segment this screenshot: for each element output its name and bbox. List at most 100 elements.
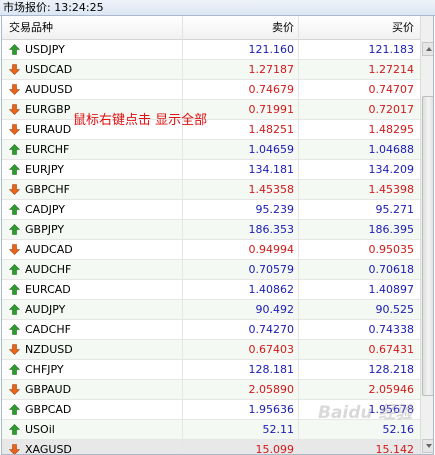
arrow-down-icon [8, 444, 21, 454]
quote-row-audcad[interactable]: AUDCAD 0.94994 0.95035 [2, 240, 420, 260]
symbol-label: EURGBP [25, 103, 71, 116]
ask-price: 95.271 [298, 200, 420, 219]
bid-price: 90.492 [182, 300, 298, 319]
bid-price: 121.160 [182, 40, 298, 59]
arrow-down-icon [8, 104, 21, 115]
quote-row-usdjpy[interactable]: USDJPY 121.160 121.183 [2, 40, 420, 60]
ask-price: 128.218 [298, 360, 420, 379]
ask-price: 0.67431 [298, 340, 420, 359]
scrollbar-thumb[interactable] [422, 96, 433, 396]
column-header-ask[interactable]: 买价 [298, 16, 420, 40]
arrow-up-icon [8, 284, 21, 295]
ask-price: 0.72017 [298, 100, 420, 119]
ask-price: 0.95035 [298, 240, 420, 259]
quote-row-audchf[interactable]: AUDCHF 0.70579 0.70618 [2, 260, 420, 280]
scroll-down-button[interactable] [422, 439, 433, 453]
bid-price: 1.04659 [182, 140, 298, 159]
arrow-up-icon [8, 364, 21, 375]
quote-row-cadchf[interactable]: CADCHF 0.74270 0.74338 [2, 320, 420, 340]
ask-price: 134.209 [298, 160, 420, 179]
symbol-label: AUDUSD [25, 83, 73, 96]
quote-row-xagusd[interactable]: XAGUSD 15.099 15.142 [2, 440, 420, 454]
bid-price: 52.11 [182, 420, 298, 439]
vertical-scrollbar[interactable] [420, 16, 433, 454]
bid-price: 134.181 [182, 160, 298, 179]
bid-price: 0.70579 [182, 260, 298, 279]
bid-price: 1.45358 [182, 180, 298, 199]
quote-row-eurchf[interactable]: EURCHF 1.04659 1.04688 [2, 140, 420, 160]
symbol-label: GBPJPY [25, 223, 65, 236]
arrow-up-icon [8, 264, 21, 275]
quote-list: USDJPY 121.160 121.183 USDCAD 1.27187 1.27214… [2, 40, 420, 454]
arrow-up-icon [8, 224, 21, 235]
bid-price: 186.353 [182, 220, 298, 239]
bid-price: 0.74270 [182, 320, 298, 339]
symbol-label: EURCAD [25, 283, 71, 296]
quote-row-usoil[interactable]: USOil 52.11 52.16 [2, 420, 420, 440]
bid-price: 2.05890 [182, 380, 298, 399]
ask-price: 2.05946 [298, 380, 420, 399]
ask-price: 90.525 [298, 300, 420, 319]
arrow-down-icon [8, 84, 21, 95]
symbol-label: CADJPY [25, 203, 66, 216]
table-header: 交易品种 卖价 买价 [2, 16, 420, 40]
arrow-down-icon [426, 444, 432, 448]
quote-row-euraud[interactable]: EURAUD 1.48251 1.48295 [2, 120, 420, 140]
quote-row-audusd[interactable]: AUDUSD 0.74679 0.74707 [2, 80, 420, 100]
arrow-down-icon [8, 384, 21, 395]
bid-price: 15.099 [182, 440, 298, 454]
ask-price: 1.45398 [298, 180, 420, 199]
arrow-up-icon [8, 44, 21, 55]
bid-price: 0.94994 [182, 240, 298, 259]
annotation-text: 鼠标右键点击 显示全部 [73, 113, 208, 128]
ask-price: 0.74707 [298, 80, 420, 99]
quote-row-eurcad[interactable]: EURCAD 1.40862 1.40897 [2, 280, 420, 300]
symbol-label: GBPCAD [25, 403, 72, 416]
quote-row-eurgbp[interactable]: EURGBP 0.71991 0.72017 [2, 100, 420, 120]
symbol-label: GBPCHF [25, 183, 70, 196]
symbol-label: USDCAD [25, 63, 73, 76]
ask-price: 15.142 [298, 440, 420, 454]
quote-row-eurjpy[interactable]: EURJPY 134.181 134.209 [2, 160, 420, 180]
ask-price: 1.27214 [298, 60, 420, 79]
symbol-label: AUDJPY [25, 303, 66, 316]
quote-row-usdcad[interactable]: USDCAD 1.27187 1.27214 [2, 60, 420, 80]
quote-row-nzdusd[interactable]: NZDUSD 0.67403 0.67431 [2, 340, 420, 360]
market-watch-panel: 交易品种 卖价 买价 USDJPY 121.160 121.183 USDCAD 1.2… [1, 16, 434, 455]
arrow-up-icon [8, 144, 21, 155]
arrow-down-icon [8, 244, 21, 255]
symbol-label: USOil [25, 423, 55, 436]
ask-price: 1.40897 [298, 280, 420, 299]
arrow-up-icon [8, 424, 21, 435]
ask-price: 0.74338 [298, 320, 420, 339]
arrow-up-icon [8, 204, 21, 215]
symbol-label: AUDCAD [25, 243, 73, 256]
scroll-up-button[interactable] [422, 42, 433, 56]
quote-row-audjpy[interactable]: AUDJPY 90.492 90.525 [2, 300, 420, 320]
bid-price: 1.40862 [182, 280, 298, 299]
bid-price: 95.239 [182, 200, 298, 219]
ask-price: 186.395 [298, 220, 420, 239]
quote-row-cadjpy[interactable]: CADJPY 95.239 95.271 [2, 200, 420, 220]
symbol-label: AUDCHF [25, 263, 72, 276]
window-title: 市场报价: 13:24:25 [0, 0, 435, 16]
symbol-label: USDJPY [25, 43, 65, 56]
quote-row-gbpaud[interactable]: GBPAUD 2.05890 2.05946 [2, 380, 420, 400]
arrow-up-icon [426, 47, 432, 51]
column-header-symbol[interactable]: 交易品种 [9, 16, 53, 40]
arrow-down-icon [8, 64, 21, 75]
quote-row-chfjpy[interactable]: CHFJPY 128.181 128.218 [2, 360, 420, 380]
bid-price: 1.27187 [182, 60, 298, 79]
arrow-down-icon [8, 184, 21, 195]
quote-row-gbpjpy[interactable]: GBPJPY 186.353 186.395 [2, 220, 420, 240]
symbol-label: EURCHF [25, 143, 70, 156]
bid-price: 128.181 [182, 360, 298, 379]
ask-price: 0.70618 [298, 260, 420, 279]
column-header-bid[interactable]: 卖价 [182, 16, 298, 40]
symbol-label: CADCHF [25, 323, 71, 336]
symbol-label: EURAUD [25, 123, 72, 136]
quote-row-gbpchf[interactable]: GBPCHF 1.45358 1.45398 [2, 180, 420, 200]
symbol-label: CHFJPY [25, 363, 64, 376]
symbol-label: NZDUSD [25, 343, 73, 356]
symbol-label: EURJPY [25, 163, 64, 176]
